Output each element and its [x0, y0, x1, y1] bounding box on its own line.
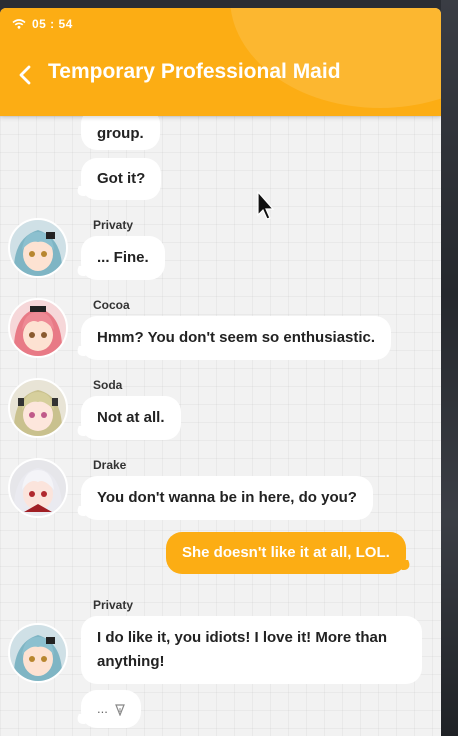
- message-bubble: Got it?: [81, 158, 162, 200]
- wifi-icon: [12, 19, 26, 29]
- my-message-bubble: She doesn't like it at all, LOL.: [166, 532, 406, 574]
- avatar-image: [10, 625, 66, 681]
- sender-name: Cocoa: [93, 298, 130, 312]
- header-decoration: [230, 8, 441, 108]
- avatar-image: [10, 460, 66, 516]
- message-text: ... Fine.: [97, 249, 149, 266]
- avatar-privaty[interactable]: [8, 218, 68, 278]
- mouse-cursor-icon: [257, 191, 275, 220]
- message-bubble: Hmm? You don't seem so enthusiastic.: [81, 316, 392, 360]
- avatar-cocoa[interactable]: [8, 298, 68, 358]
- avatar-soda[interactable]: [8, 378, 68, 438]
- message-bubble: ... Fine.: [81, 236, 165, 280]
- status-time: 05 : 54: [32, 17, 73, 31]
- message-text: She doesn't like it at all, LOL.: [182, 544, 390, 561]
- sender-name: Soda: [93, 378, 123, 392]
- chat-title: Temporary Professional Maid: [48, 60, 341, 83]
- typing-bubble[interactable]: ...: [81, 690, 142, 728]
- message-text: I do like it, you idiots! I love it! Mor…: [97, 629, 388, 670]
- message-text: group.: [97, 125, 144, 142]
- message-bubble: Not at all.: [81, 396, 181, 440]
- avatar-privaty[interactable]: [8, 623, 68, 683]
- sender-name: Privaty: [93, 218, 134, 232]
- sender-name: Drake: [93, 458, 127, 472]
- next-arrow-icon: [115, 703, 126, 717]
- chat-header: 05 : 54 Temporary Professional Maid: [0, 8, 441, 116]
- status-bar: 05 : 54: [12, 17, 73, 31]
- avatar-drake[interactable]: [8, 458, 68, 518]
- message-bubble: You don't wanna be in here, do you?: [81, 476, 373, 520]
- avatar-image: [10, 220, 66, 276]
- message-text: You don't wanna be in here, do you?: [97, 489, 357, 506]
- message-text: Hmm? You don't seem so enthusiastic.: [97, 329, 376, 346]
- message-text: ...: [97, 701, 108, 716]
- chat-window: 05 : 54 Temporary Professional Maid grou…: [0, 8, 441, 736]
- message-bubble: I do like it, you idiots! I love it! Mor…: [81, 616, 422, 684]
- message-text: Not at all.: [97, 409, 165, 426]
- back-arrow-icon[interactable]: [18, 64, 32, 86]
- message-text: Got it?: [97, 170, 146, 187]
- background-panel: [441, 0, 458, 736]
- avatar-image: [10, 380, 66, 436]
- sender-name: Privaty: [93, 598, 134, 612]
- avatar-image: [10, 300, 66, 356]
